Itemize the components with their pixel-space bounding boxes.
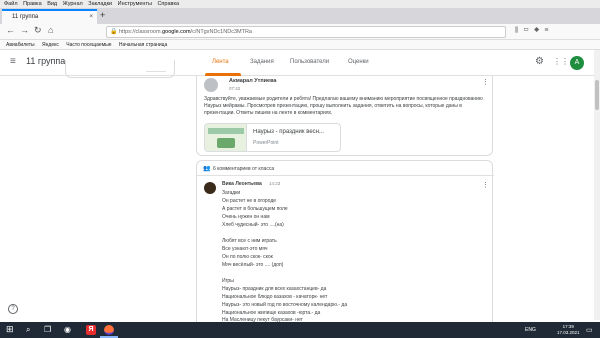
menu-view[interactable]: Вид bbox=[47, 1, 57, 7]
menu-bookmarks[interactable]: Закладки bbox=[88, 1, 112, 7]
post-time: 07:42 bbox=[229, 86, 241, 91]
navigation-bar: ← → ↻ ⌂ 🔒 https://classroom.google.com/c… bbox=[0, 24, 600, 40]
windows-start-icon[interactable]: ⊞ bbox=[6, 324, 14, 335]
gear-icon[interactable]: ⚙ bbox=[535, 56, 544, 67]
bookmark-item[interactable]: Яндекс bbox=[42, 42, 59, 48]
lock-icon: 🔒 bbox=[110, 29, 118, 35]
url-path: /c/NTgxNDc1NDc3MTRa bbox=[190, 29, 252, 35]
attachment-title: Наурыз - праздник весн... bbox=[253, 129, 324, 135]
back-icon[interactable]: ← bbox=[6, 25, 15, 35]
bookmarks-bar: Авиабилеты Яндекс Часто посещаемые Начал… bbox=[0, 40, 600, 50]
address-bar[interactable]: 🔒 https://classroom.google.com/c/NTgxNDc… bbox=[106, 26, 506, 38]
avatar bbox=[204, 78, 218, 92]
search-icon[interactable]: ⌕ bbox=[26, 325, 30, 335]
class-title[interactable]: 11 группа bbox=[26, 56, 65, 66]
firefox-icon[interactable] bbox=[104, 325, 114, 335]
system-clock[interactable]: 17:39 17.03.2021 bbox=[557, 324, 580, 336]
menu-edit[interactable]: Правка bbox=[23, 1, 42, 7]
menu-file[interactable]: Файл bbox=[4, 1, 18, 7]
thumbnail-image bbox=[217, 138, 235, 148]
home-icon[interactable]: ⌂ bbox=[48, 25, 53, 35]
notification-icon[interactable]: ▭ bbox=[586, 326, 593, 334]
task-view-icon[interactable]: ❐ bbox=[44, 325, 51, 334]
comments-count-link[interactable]: 6 комментариев от класса bbox=[213, 166, 274, 172]
comment-line: Мяч весёлый- это .... (доп) bbox=[222, 262, 284, 268]
divider bbox=[197, 175, 494, 176]
windows-taskbar: ⊞ ⌕ ❐ ◉ Я ENG 17:39 17.03.2021 ▭ bbox=[0, 322, 600, 338]
tab-classwork[interactable]: Задания bbox=[250, 59, 274, 65]
menu-icon[interactable]: ≡ bbox=[544, 27, 553, 34]
url-prefix: https://classroom. bbox=[119, 29, 163, 35]
comment-line: Хлеб чудесный- это ....(на) bbox=[222, 222, 284, 228]
attachment-type: PowerPoint bbox=[253, 140, 279, 146]
tab-people[interactable]: Пользователи bbox=[290, 59, 329, 65]
menu-history[interactable]: Журнал bbox=[63, 1, 83, 7]
browser-menubar: Файл Правка Вид Журнал Закладки Инструме… bbox=[0, 0, 600, 8]
comment-line: Загадки bbox=[222, 190, 241, 196]
comment-line: Национальное блюдо казахов - качаторк- н… bbox=[222, 294, 328, 300]
bookmark-item[interactable]: Начальная страница bbox=[119, 42, 167, 48]
forward-icon[interactable]: → bbox=[20, 25, 29, 35]
comment-line: Он растет не в огороде bbox=[222, 198, 277, 204]
comment-line: Он по полю скок- скок bbox=[222, 254, 273, 260]
upcoming-placeholder: ————— bbox=[146, 68, 166, 73]
help-icon[interactable]: ? bbox=[8, 304, 18, 314]
comment-line: А растет в большущем поле bbox=[222, 206, 288, 212]
comment-author: Вика Леонтьева bbox=[222, 181, 262, 187]
post-text: Здравствуйте, уважаемые родители и ребят… bbox=[204, 96, 483, 116]
post-author: Акмарал Утпиева bbox=[229, 78, 277, 84]
menu-help[interactable]: Справка bbox=[157, 1, 179, 7]
comment-line: Все узнают-это мяч bbox=[222, 246, 268, 252]
reload-icon[interactable]: ↻ bbox=[34, 25, 42, 36]
comment-line: Наурыз- праздник для всех казахстанцев- … bbox=[222, 286, 327, 292]
scrollbar-thumb[interactable] bbox=[595, 80, 599, 110]
comment-line: Национальное жилище казахов -юрта.- да bbox=[222, 310, 321, 316]
new-tab-button[interactable]: + bbox=[100, 10, 105, 21]
tab-grades[interactable]: Оценки bbox=[348, 59, 369, 65]
attachment-thumbnail bbox=[205, 124, 247, 151]
upcoming-card: ————— bbox=[65, 60, 175, 78]
comments-card: 👥 6 комментариев от класса Вика Леонтьев… bbox=[196, 160, 494, 323]
hamburger-menu-icon[interactable]: ≡ bbox=[10, 56, 16, 67]
comment-line: Любят все с ним играть bbox=[222, 238, 277, 244]
clock-date: 17.03.2021 bbox=[557, 330, 580, 335]
language-indicator[interactable]: ENG bbox=[525, 327, 536, 333]
thumbnail-title-bar bbox=[208, 128, 244, 134]
comment-time: 14:23 bbox=[269, 181, 281, 186]
sidebar-icon[interactable]: ▭ bbox=[523, 27, 534, 34]
more-options-icon[interactable]: ⋮ bbox=[482, 181, 489, 189]
bookmark-item[interactable]: Часто посещаемые bbox=[66, 42, 111, 48]
avatar[interactable]: A bbox=[570, 56, 584, 70]
menu-tools[interactable]: Инструменты bbox=[118, 1, 152, 7]
announcement-card: Акмарал Утпиева 07:42 ⋮ Здравствуйте, ув… bbox=[196, 76, 493, 156]
browser-tab[interactable]: 11 группа × bbox=[2, 9, 97, 24]
toolbar-icons: ⫼▭◆≡ bbox=[515, 27, 553, 35]
library-icon[interactable]: ⫼ bbox=[515, 27, 523, 34]
extension-icon[interactable]: ◆ bbox=[534, 27, 545, 34]
media-player-icon[interactable]: ◉ bbox=[64, 325, 71, 334]
attachment-card[interactable]: Наурыз - праздник весн... PowerPoint bbox=[204, 123, 341, 152]
bookmark-item[interactable]: Авиабилеты bbox=[6, 42, 35, 48]
avatar bbox=[204, 182, 216, 194]
url-domain: google.com bbox=[162, 29, 191, 35]
more-options-icon[interactable]: ⋮ bbox=[482, 78, 489, 86]
comment-line: Игры bbox=[222, 278, 234, 284]
tab-title: 11 группа bbox=[12, 14, 39, 20]
tab-close-icon[interactable]: × bbox=[89, 11, 93, 24]
page-scrollbar[interactable] bbox=[594, 50, 600, 320]
tab-strip: 11 группа × + bbox=[0, 8, 600, 24]
comment-line: Очень нужен он нам bbox=[222, 214, 270, 220]
tab-feed[interactable]: Лента bbox=[212, 59, 229, 65]
comment-line: Наурыз- это новый год по восточному кале… bbox=[222, 302, 348, 308]
people-icon: 👥 bbox=[203, 166, 211, 172]
yandex-browser-icon[interactable]: Я bbox=[86, 325, 96, 335]
